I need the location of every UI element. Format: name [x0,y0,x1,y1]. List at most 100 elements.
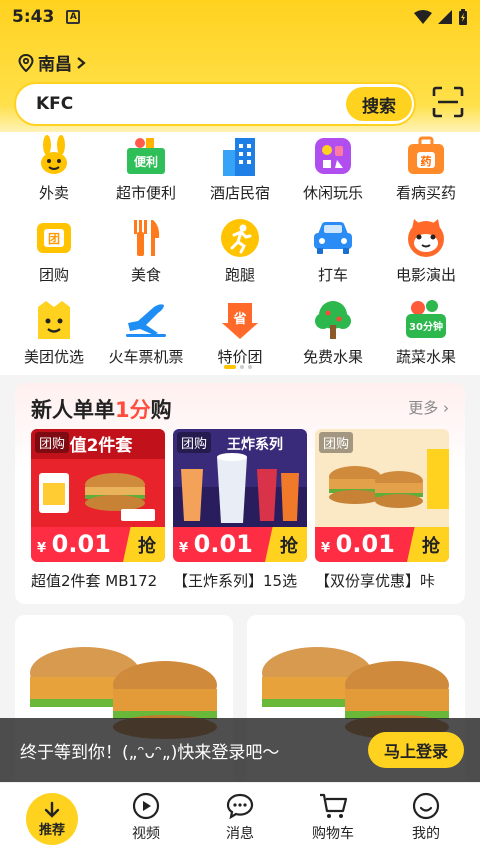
status-bar: 5:43 A [0,0,480,34]
errand-icon [218,216,262,260]
svg-text:团: 团 [48,232,60,246]
category-discount[interactable]: 省 特价团 [192,298,288,367]
grab-button[interactable]: 抢 [265,527,307,562]
page-dot [240,365,244,369]
category-movie[interactable]: 电影演出 [378,216,474,285]
chevron-right-icon [77,56,86,69]
category-label: 看病买药 [395,184,456,202]
deal-price: ¥ 0.01 [37,530,111,558]
nav-cart[interactable]: 购物车 [285,791,381,843]
deal-price: ¥ 0.01 [179,530,253,558]
category-supermarket[interactable]: 便利 超市便利 [98,134,194,203]
location-pin-icon [18,53,34,72]
nav-label: 视频 [132,826,160,842]
nav-label: 购物车 [312,826,354,842]
tree-icon [311,298,355,342]
new-user-deals-card: 新人单单1分购 更多 › 团购 值2件套 ¥ 0.01 抢 超值2件套 MB17… [15,383,465,604]
new-user-title: 新人单单1分购 [31,398,172,422]
svg-text:便利: 便利 [134,154,158,169]
chat-icon [226,793,254,820]
medicine-icon: 药 [404,134,448,178]
page-dot [248,365,252,369]
deal-name: 【王炸系列】15选 [173,572,298,590]
category-label: 特价团 [217,348,263,366]
supermarket-icon: 便利 [124,134,168,178]
city-name: 南昌 [38,55,72,75]
category-youxuan[interactable]: 美团优选 [6,298,102,367]
category-taxi[interactable]: 打车 [285,216,381,285]
nav-recommend[interactable]: 推荐 [26,793,78,845]
category-medicine[interactable]: 药 看病买药 [378,134,474,203]
battery-icon [459,9,467,25]
nav-label: 我的 [412,826,440,842]
category-group-buy[interactable]: 团 团购 [6,216,102,285]
nav-messages[interactable]: 消息 [192,791,288,843]
deal-price: ¥ 0.01 [321,530,395,558]
plane-icon [124,298,168,342]
category-waimai[interactable]: 外卖 [6,134,102,203]
hotel-icon [218,134,262,178]
grab-button[interactable]: 抢 [407,527,449,562]
category-label: 蔬菜水果 [395,348,456,366]
kangaroo-icon [32,134,76,178]
car-icon [311,216,355,260]
group-buy-tag: 团购 [319,432,354,453]
login-button[interactable]: 马上登录 [368,732,464,768]
category-label: 超市便利 [115,184,176,202]
price-bar: ¥ 0.01 抢 [315,527,449,562]
more-link[interactable]: 更多 › [408,397,449,418]
search-bar[interactable]: KFC 搜索 [14,82,416,126]
arrow-down-icon [44,801,60,818]
cart-icon [320,793,348,818]
category-food[interactable]: 美食 [98,216,194,285]
deal-name: 【双份享优惠】咔 [315,572,436,590]
fork-knife-icon [124,216,168,260]
category-label: 团购 [38,266,69,284]
category-vegetables[interactable]: 30分钟 蔬菜水果 [378,298,474,367]
search-button[interactable]: 搜索 [346,87,412,121]
category-label: 美团优选 [23,348,84,366]
grab-button[interactable]: 抢 [123,527,165,562]
page-dot-active [224,365,236,369]
deal-card[interactable]: 团购 王炸系列 ¥ 0.01 抢 [173,429,307,562]
svg-text:药: 药 [421,154,432,168]
category-leisure[interactable]: 休闲玩乐 [285,134,381,203]
status-time: 5:43 [12,7,55,27]
category-errand[interactable]: 跑腿 [192,216,288,285]
bottom-nav: 推荐 视频 消息 购物车 我的 [0,782,480,853]
discount-icon: 省 [218,298,262,342]
smile-icon [412,792,440,820]
notification-a-icon: A [66,10,81,24]
svg-text:王炸系列: 王炸系列 [227,436,283,453]
signal-icon [438,10,452,24]
play-icon [132,792,160,820]
deal-card[interactable]: 团购 ¥ 0.01 抢 [315,429,449,562]
group-buy-tag: 团购 [177,432,212,453]
cat-movie-icon [404,216,448,260]
category-label: 打车 [317,266,348,284]
svg-text:值2件套: 值2件套 [70,435,134,456]
nav-video[interactable]: 视频 [98,791,194,843]
page-indicator [224,365,252,369]
search-input[interactable]: KFC [36,94,73,114]
price-bar: ¥ 0.01 抢 [31,527,165,562]
location-selector[interactable]: 南昌 [18,50,90,75]
category-label: 美食 [130,266,161,284]
category-train-plane[interactable]: 火车票机票 [98,298,194,367]
category-label: 跑腿 [224,266,255,284]
scan-icon[interactable] [432,86,464,118]
category-label: 休闲玩乐 [302,184,363,202]
category-hotel[interactable]: 酒店民宿 [192,134,288,203]
price-bar: ¥ 0.01 抢 [173,527,307,562]
category-free-fruit[interactable]: 免费水果 [285,298,381,367]
svg-text:30分钟: 30分钟 [409,320,443,333]
toast-message: 终于等到你！(„ᵔᴗᵔ„)快来登录吧～ [20,742,280,763]
category-label: 免费水果 [302,348,363,366]
category-label: 酒店民宿 [209,184,270,202]
login-toast: 终于等到你！(„ᵔᴗᵔ„)快来登录吧～ 马上登录 [0,718,480,782]
deal-card[interactable]: 团购 值2件套 ¥ 0.01 抢 [31,429,165,562]
veg-icon: 30分钟 [404,298,448,342]
group-buy-tag: 团购 [35,432,70,453]
wifi-icon [414,10,432,24]
nav-mine[interactable]: 我的 [378,791,474,843]
